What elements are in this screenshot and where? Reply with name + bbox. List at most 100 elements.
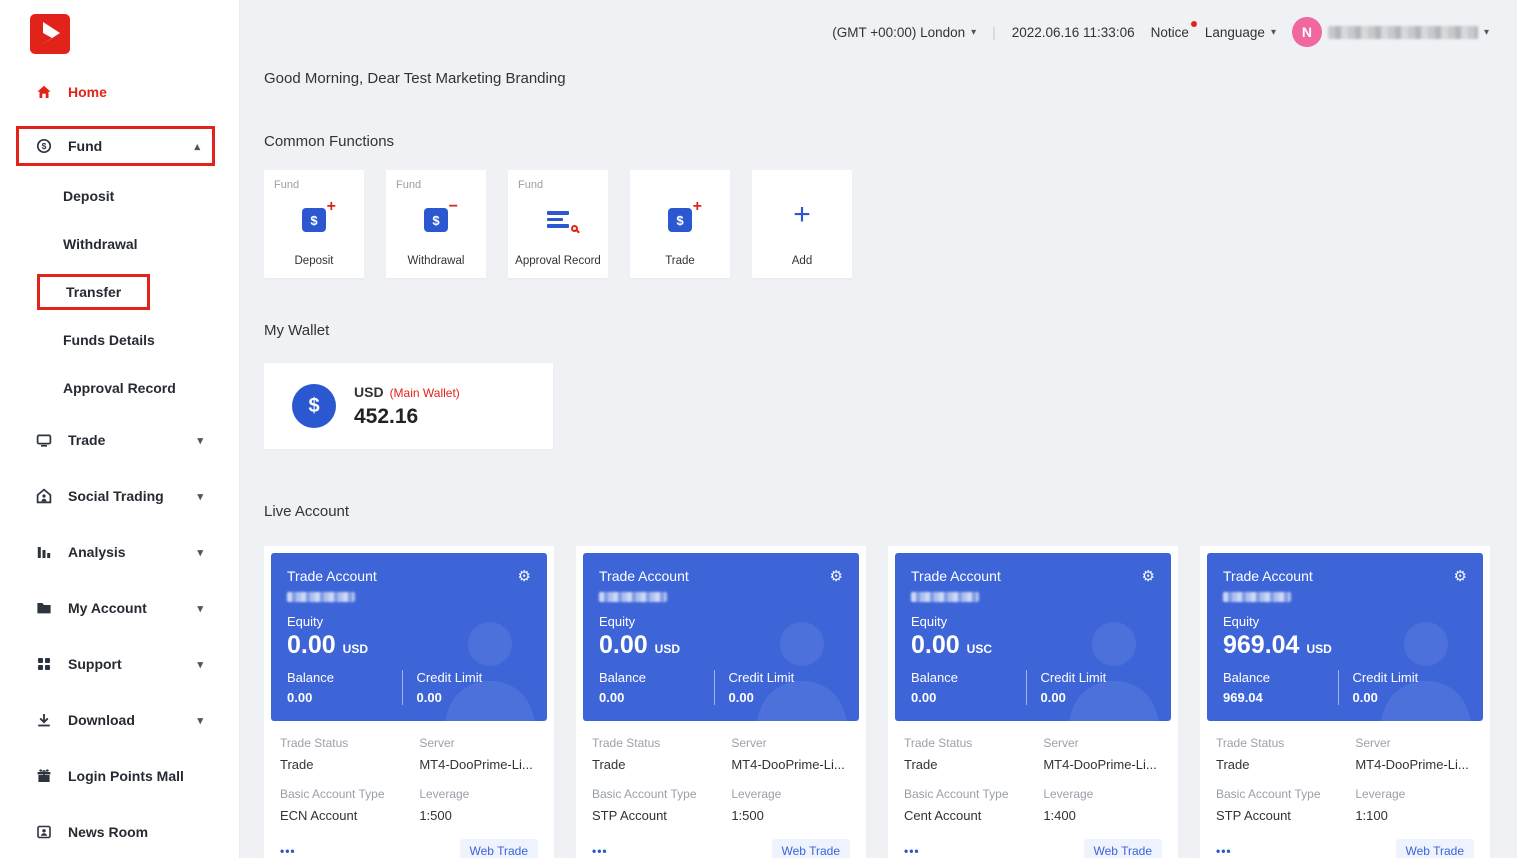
chevron-up-icon: ▴ (194, 140, 200, 153)
balance-label: Balance (911, 670, 1026, 685)
account-type-label: Basic Account Type (904, 787, 1043, 801)
analysis-icon (36, 544, 53, 561)
credit-limit-label: Credit Limit (1041, 670, 1156, 685)
sidebar-item-my-account[interactable]: My Account ▾ (0, 586, 215, 630)
language-selector[interactable]: Language ▾ (1205, 25, 1276, 40)
common-functions-title: Common Functions (264, 133, 1517, 150)
account-number-redacted (599, 592, 667, 602)
more-actions-button[interactable]: ••• (280, 844, 296, 858)
server-label: Server (731, 736, 850, 750)
equity-currency: USC (967, 642, 992, 656)
dollar-glyph: $ (676, 213, 683, 228)
sidebar-item-social-trading[interactable]: Social Trading ▾ (0, 474, 215, 518)
avatar: N (1292, 17, 1322, 47)
sidebar-item-analysis[interactable]: Analysis ▾ (0, 530, 215, 574)
wallet-balance: 452.16 (354, 405, 460, 429)
equity-currency: USD (343, 642, 368, 656)
sidebar-item-deposit[interactable]: Deposit (0, 178, 239, 214)
sidebar-item-label: My Account (68, 600, 147, 616)
sidebar-item-home[interactable]: Home (0, 70, 215, 114)
leverage-value: 1:500 (419, 808, 538, 823)
leverage-value: 1:400 (1043, 808, 1162, 823)
sidebar-item-funds-details[interactable]: Funds Details (0, 322, 239, 358)
chevron-down-icon: ▾ (197, 546, 203, 559)
notice-button[interactable]: Notice (1151, 25, 1189, 40)
gear-icon[interactable]: ⚙ (518, 567, 531, 585)
timezone-label: (GMT +00:00) London (832, 25, 965, 40)
sidebar-item-trade[interactable]: Trade ▾ (0, 418, 215, 462)
live-account-row: Trade Account ⚙ Equity 0.00 USD Balance … (264, 546, 1517, 858)
web-trade-button[interactable]: Web Trade (1084, 839, 1162, 858)
sidebar-item-label: Support (68, 656, 122, 672)
topbar-divider: | (992, 25, 996, 40)
credit-limit-label: Credit Limit (1353, 670, 1468, 685)
equity-currency: USD (655, 642, 680, 656)
gear-icon[interactable]: ⚙ (830, 567, 843, 585)
balance-value: 0.00 (287, 690, 402, 705)
web-trade-button[interactable]: Web Trade (1396, 839, 1474, 858)
sidebar-item-download[interactable]: Download ▾ (0, 698, 215, 742)
shortcut-card-withdrawal[interactable]: Fund $ − Withdrawal (386, 170, 486, 278)
deposit-icon: $ + (302, 208, 326, 232)
my-account-icon (36, 600, 53, 617)
server-value: MT4-DooPrime-Li... (731, 757, 850, 772)
more-actions-button[interactable]: ••• (1216, 844, 1232, 858)
sidebar-item-support[interactable]: Support ▾ (0, 642, 215, 686)
leverage-value: 1:100 (1355, 808, 1474, 823)
add-icon: + (793, 200, 811, 230)
web-trade-button[interactable]: Web Trade (772, 839, 850, 858)
shortcut-label: Deposit (295, 255, 334, 267)
credit-limit-value: 0.00 (417, 690, 532, 705)
equity-value: 0.00 (911, 631, 960, 660)
sidebar-item-fund[interactable]: $ Fund ▴ (16, 126, 215, 166)
common-functions-row: Fund $ + Deposit Fund $ − Withdrawal Fun… (264, 170, 1517, 278)
balance-value: 0.00 (599, 690, 714, 705)
sidebar-item-approval-record[interactable]: Approval Record (0, 370, 239, 406)
chevron-down-icon: ▾ (197, 658, 203, 671)
balance-value: 0.00 (911, 690, 1026, 705)
gear-icon[interactable]: ⚙ (1142, 567, 1155, 585)
sidebar-item-transfer[interactable]: Transfer (0, 274, 239, 310)
shortcut-label: Withdrawal (408, 255, 465, 267)
account-type-value: STP Account (592, 808, 731, 823)
shortcut-card-trade[interactable]: $ + Trade (630, 170, 730, 278)
shortcut-label: Add (792, 255, 812, 267)
user-menu[interactable]: N ▾ (1292, 17, 1489, 47)
sidebar-item-login-points-mall[interactable]: Login Points Mall (0, 754, 215, 798)
withdrawal-icon: $ − (424, 208, 448, 232)
chevron-down-icon: ▾ (971, 27, 976, 38)
chevron-down-icon: ▾ (1484, 27, 1489, 38)
timezone-selector[interactable]: (GMT +00:00) London ▾ (832, 25, 976, 40)
more-actions-button[interactable]: ••• (592, 844, 608, 858)
live-account-card-2: Trade Account ⚙ Equity 0.00 USD Balance … (576, 546, 866, 858)
gift-icon (36, 768, 53, 785)
more-actions-button[interactable]: ••• (904, 844, 920, 858)
brand-logo[interactable] (0, 0, 239, 58)
svg-text:$: $ (42, 141, 47, 151)
approval-record-icon (547, 208, 569, 228)
trade-status-label: Trade Status (592, 736, 731, 750)
leverage-label: Leverage (419, 787, 538, 801)
web-trade-button[interactable]: Web Trade (460, 839, 538, 858)
dollar-glyph: $ (432, 213, 439, 228)
main-content: (GMT +00:00) London ▾ | 2022.06.16 11:33… (240, 0, 1517, 858)
server-value: MT4-DooPrime-Li... (419, 757, 538, 772)
trade-icon (36, 432, 53, 449)
balance-label: Balance (599, 670, 714, 685)
plus-badge-icon: + (693, 199, 702, 215)
server-value: MT4-DooPrime-Li... (1355, 757, 1474, 772)
sidebar-item-withdrawal[interactable]: Withdrawal (0, 226, 239, 262)
shortcut-card-deposit[interactable]: Fund $ + Deposit (264, 170, 364, 278)
avatar-initial: N (1302, 24, 1312, 40)
gear-icon[interactable]: ⚙ (1454, 567, 1467, 585)
shortcut-card-approval-record[interactable]: Fund Approval Record (508, 170, 608, 278)
sidebar-item-news-room[interactable]: News Room (0, 810, 215, 854)
account-number-redacted (911, 592, 979, 602)
wallet-card[interactable]: $ USD (Main Wallet) 452.16 (264, 363, 553, 449)
shortcut-card-add[interactable]: + Add (752, 170, 852, 278)
account-card-body: Trade Status Trade Server MT4-DooPrime-L… (583, 736, 859, 858)
sidebar-subitem-label: Funds Details (63, 332, 155, 348)
leverage-label: Leverage (1355, 787, 1474, 801)
server-value: MT4-DooPrime-Li... (1043, 757, 1162, 772)
account-type-value: ECN Account (280, 808, 419, 823)
